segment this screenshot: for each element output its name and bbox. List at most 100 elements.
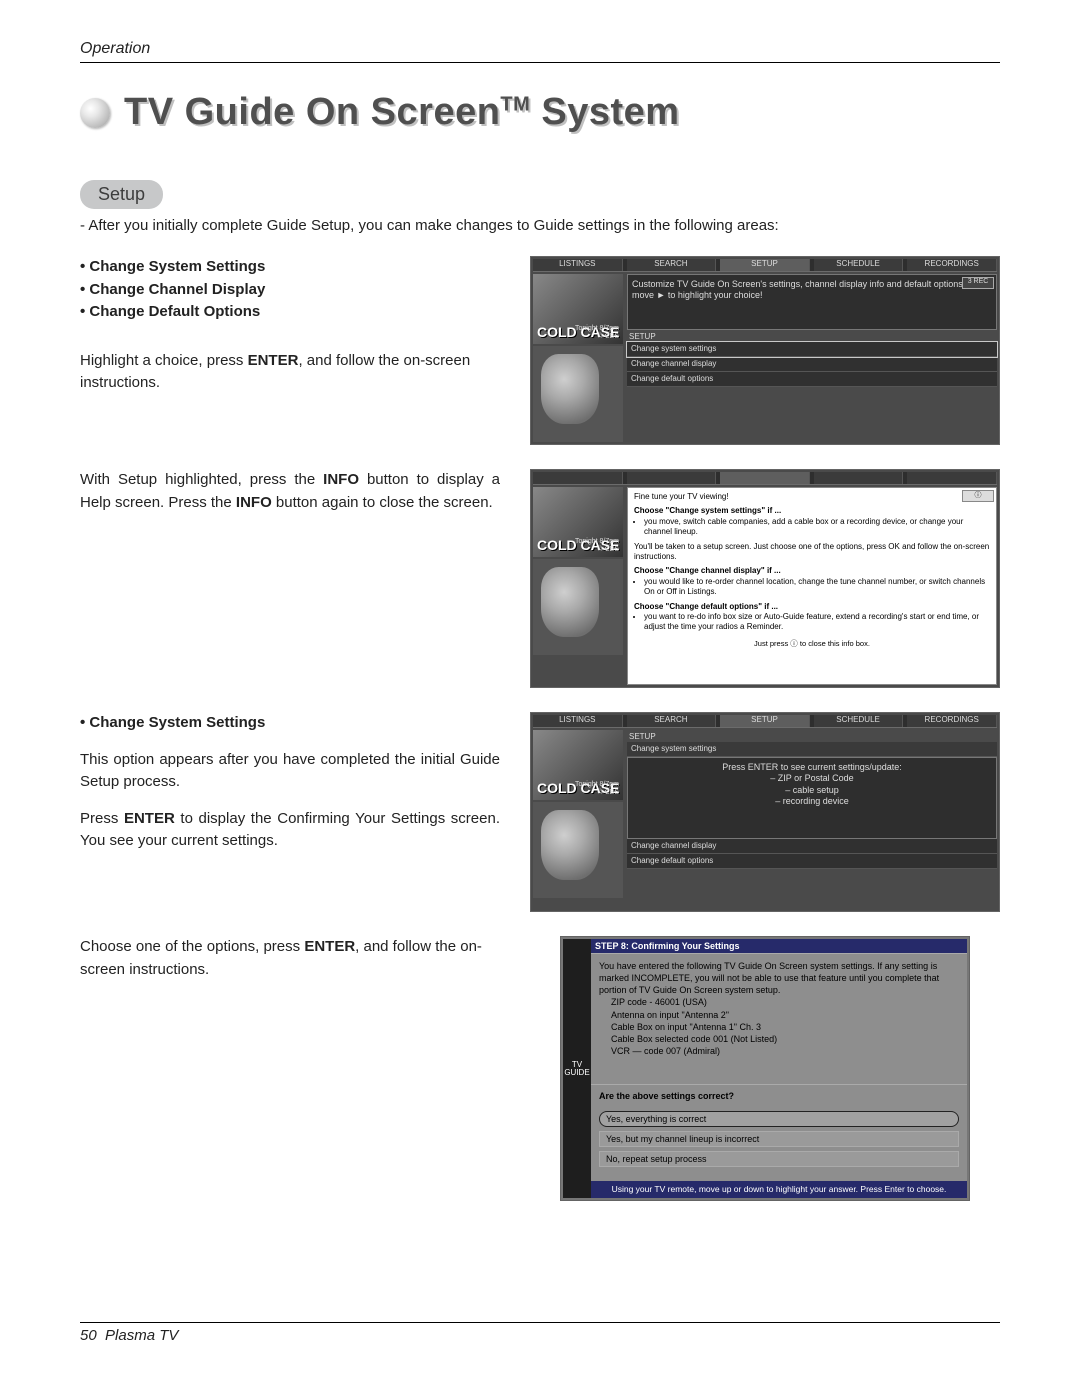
actor-thumb: [533, 802, 623, 898]
footer-text: 50 Plasma TV: [80, 1327, 178, 1344]
row3-right: LISTINGS SEARCH SETUP SCHEDULE RECORDING…: [530, 712, 1000, 912]
row-4: Choose one of the options, press ENTER, …: [80, 936, 1000, 1201]
confirm-answers: Yes, everything is correct Yes, but my c…: [591, 1107, 967, 1181]
show-thumb: COLD CASE Tonight 8/7pm © CBS: [533, 730, 623, 800]
page-title: TV Guide On ScreenTM System: [124, 91, 680, 134]
row4-right: TVGUIDE STEP 8: Confirming Your Settings…: [530, 936, 1000, 1201]
tab: [720, 472, 810, 484]
info-badge: ⓘ: [962, 490, 994, 502]
rec-badge: 3 REC: [962, 277, 994, 289]
page-title-row: TV Guide On ScreenTM System: [80, 91, 1000, 134]
info-h1: Choose "Change system settings" if ...: [634, 506, 990, 516]
tab: [627, 472, 717, 484]
info-li: you would like to re-order channel locat…: [644, 577, 990, 598]
confirm-line: ZIP code - 46001 (USA): [611, 996, 959, 1008]
title-tm: TM: [500, 93, 530, 115]
css-subhead: • Change System Settings: [80, 712, 500, 735]
tab: [814, 472, 904, 484]
row-1: Change System Settings Change Channel Di…: [80, 256, 1000, 445]
tab: SEARCH: [627, 715, 717, 727]
actor-thumb: [533, 559, 623, 655]
fig-right: SETUP Change system settings Press ENTER…: [627, 730, 997, 909]
text: Tonight 8/7pm: [575, 781, 619, 790]
running-head: Operation: [80, 40, 1000, 63]
setup-crumb: SETUP: [627, 730, 997, 742]
option-row: Change default options: [627, 372, 997, 387]
info-h3: Choose "Change default options" if ...: [634, 602, 990, 612]
tab: SEARCH: [627, 259, 717, 271]
filler: [627, 387, 997, 441]
text: Highlight a choice, press: [80, 352, 248, 369]
setup-crumb: SETUP: [627, 330, 997, 342]
css-desc-box: Press ENTER to see current settings/upda…: [627, 757, 997, 839]
fig-right: Customize TV Guide On Screen's settings,…: [627, 274, 997, 442]
fig-body: COLD CASE Tonight 8/7pm © CBS SETUP Chan…: [533, 730, 997, 909]
confirm-answer: Yes, but my channel lineup is incorrect: [599, 1131, 959, 1147]
css-desc-head: Press ENTER to see current settings/upda…: [634, 762, 990, 773]
option-row: Change default options: [627, 854, 997, 869]
actor-image: [541, 354, 599, 424]
row2-right: COLD CASE Tonight 8/7pm © CBS ⓘ Fine tun…: [530, 469, 1000, 688]
enter-key: ENTER: [248, 352, 299, 369]
bullet-item: Change Default Options: [80, 301, 500, 324]
tab: SETUP: [720, 715, 810, 727]
row3-left: • Change System Settings This option app…: [80, 712, 500, 853]
confirm-line: VCR — code 007 (Admiral): [611, 1045, 959, 1057]
tab: [907, 472, 997, 484]
hint-text: Customize TV Guide On Screen's settings,…: [632, 279, 984, 300]
setup-intro: - After you initially complete Guide Set…: [80, 217, 1000, 234]
css-p2: Press ENTER to display the Confirming Yo…: [80, 808, 500, 853]
manual-page: Operation TV Guide On ScreenTM System Se…: [0, 0, 1080, 1397]
bullet-item: Change Channel Display: [80, 279, 500, 302]
fig-left: COLD CASE Tonight 8/7pm © CBS: [533, 274, 623, 442]
confirm-line: Cable Box selected code 001 (Not Listed): [611, 1033, 959, 1045]
figure-confirm-settings: TVGUIDE STEP 8: Confirming Your Settings…: [560, 936, 970, 1201]
info-h2: Choose "Change channel display" if ...: [634, 566, 990, 576]
filler: [627, 869, 997, 909]
show-thumb: COLD CASE Tonight 8/7pm © CBS: [533, 487, 623, 557]
confirm-intro: You have entered the following TV Guide …: [599, 960, 959, 996]
hint-box: Customize TV Guide On Screen's settings,…: [627, 274, 997, 330]
page-number: 50: [80, 1327, 97, 1344]
css-p1: This option appears after you have compl…: [80, 749, 500, 794]
fig-left: COLD CASE Tonight 8/7pm © CBS: [533, 730, 623, 909]
text: Press: [80, 810, 124, 827]
tab: [533, 472, 623, 484]
figure-css: LISTINGS SEARCH SETUP SCHEDULE RECORDING…: [530, 712, 1000, 912]
row2-left: With Setup highlighted, press the INFO b…: [80, 469, 500, 514]
tab: RECORDINGS: [907, 259, 997, 271]
show-sub: Tonight 8/7pm © CBS: [575, 538, 619, 556]
option-row: Change channel display: [627, 839, 997, 854]
info-footer: Just press ⓘ to close this info box.: [634, 639, 990, 649]
row1-right: LISTINGS SEARCH SETUP SCHEDULE RECORDING…: [530, 256, 1000, 445]
option-row: Change channel display: [627, 357, 997, 372]
title-bullet-icon: [80, 98, 110, 128]
text: © CBS: [575, 789, 619, 798]
tab: LISTINGS: [533, 715, 623, 727]
info-mid: You'll be taken to a setup screen. Just …: [634, 542, 990, 563]
setup-pill: Setup: [80, 180, 163, 209]
info-li: you move, switch cable companies, add a …: [644, 517, 990, 538]
option-row: Change system settings: [627, 742, 997, 757]
figure-info-help: COLD CASE Tonight 8/7pm © CBS ⓘ Fine tun…: [530, 469, 1000, 688]
fig-body: COLD CASE Tonight 8/7pm © CBS ⓘ Fine tun…: [533, 487, 997, 685]
confirm-answer: Yes, everything is correct: [599, 1111, 959, 1127]
tab: SCHEDULE: [814, 259, 904, 271]
text: © CBS: [575, 546, 619, 555]
figure-setup-menu: LISTINGS SEARCH SETUP SCHEDULE RECORDING…: [530, 256, 1000, 445]
page-footer: 50 Plasma TV: [80, 1322, 1000, 1345]
css-desc-item: – ZIP or Postal Code: [634, 773, 990, 784]
fig-tabs: [533, 472, 997, 485]
fig-tabs: LISTINGS SEARCH SETUP SCHEDULE RECORDING…: [533, 259, 997, 272]
option-row: Change system settings: [627, 342, 997, 357]
info-intro: Fine tune your TV viewing!: [634, 492, 990, 502]
text: Choose one of the options, press: [80, 938, 304, 955]
tvguide-logo-icon: TVGUIDE: [563, 939, 591, 1198]
row-3: • Change System Settings This option app…: [80, 712, 1000, 912]
title-main: TV Guide On Screen: [124, 91, 500, 133]
confirm-hint: Using your TV remote, move up or down to…: [591, 1181, 967, 1198]
fig-body: COLD CASE Tonight 8/7pm © CBS Customize …: [533, 274, 997, 442]
actor-thumb: [533, 346, 623, 442]
info-key: INFO: [236, 494, 272, 511]
row1-left: Change System Settings Change Channel Di…: [80, 256, 500, 395]
